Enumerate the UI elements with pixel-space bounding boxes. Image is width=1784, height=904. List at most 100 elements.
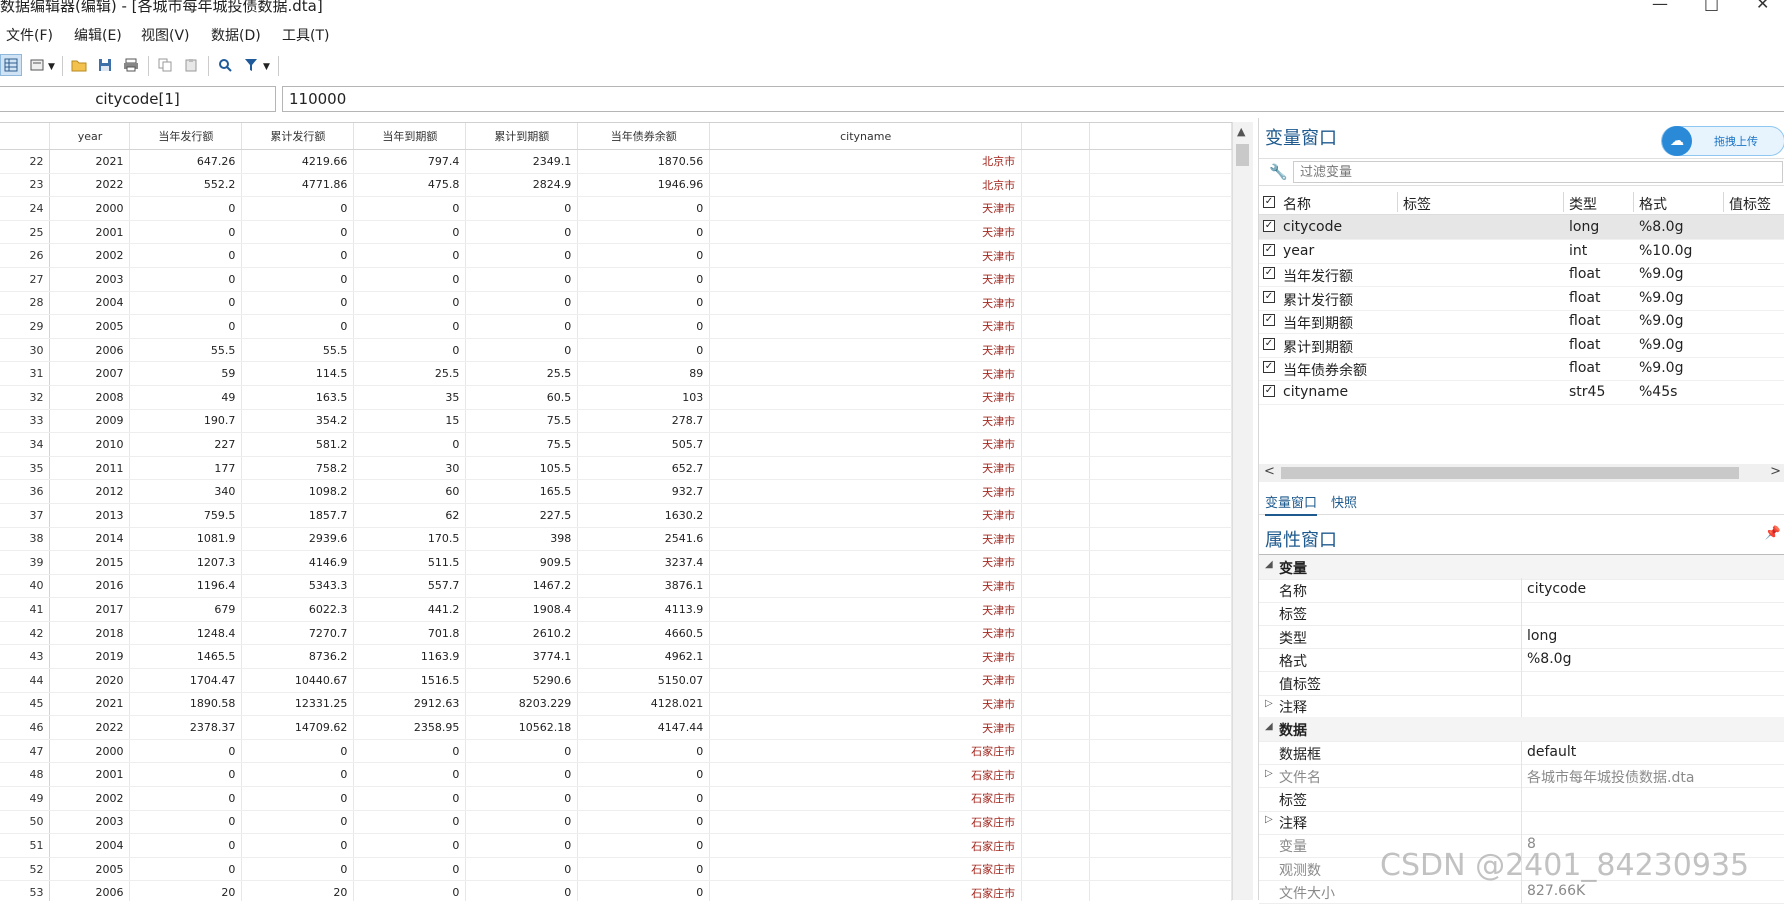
table-cell[interactable] bbox=[1021, 880, 1091, 901]
table-cell[interactable]: 0 bbox=[129, 786, 243, 811]
row-number[interactable]: 53 bbox=[0, 880, 51, 901]
table-cell[interactable]: 石家庄市 bbox=[709, 762, 1023, 788]
table-cell[interactable]: 4219.66 bbox=[241, 149, 355, 174]
variable-row[interactable]: ✓ 当年到期额 float %9.0g bbox=[1259, 309, 1784, 334]
table-cell[interactable]: 557.7 bbox=[353, 574, 467, 599]
table-cell[interactable]: 0 bbox=[465, 880, 579, 901]
table-cell[interactable] bbox=[1089, 644, 1232, 670]
table-cell[interactable]: 0 bbox=[577, 880, 711, 901]
table-cell[interactable]: 4128.021 bbox=[577, 692, 711, 717]
table-cell[interactable]: 3774.1 bbox=[465, 644, 579, 670]
table-cell[interactable]: 190.7 bbox=[129, 409, 243, 434]
current-variable-box[interactable]: citycode[1] bbox=[0, 86, 276, 112]
table-cell[interactable]: 114.5 bbox=[241, 361, 355, 386]
table-cell[interactable]: 0 bbox=[129, 857, 243, 882]
table-cell[interactable]: 0 bbox=[129, 739, 243, 764]
table-cell[interactable]: 60.5 bbox=[465, 385, 579, 410]
table-cell[interactable]: 0 bbox=[241, 314, 355, 339]
table-cell[interactable]: 1908.4 bbox=[465, 597, 579, 622]
table-cell[interactable]: 398 bbox=[465, 527, 579, 552]
table-cell[interactable]: 60 bbox=[353, 479, 467, 504]
variable-checkbox[interactable]: ✓ bbox=[1263, 337, 1275, 350]
grid-view-icon[interactable] bbox=[0, 54, 22, 76]
table-cell[interactable]: 0 bbox=[465, 762, 579, 788]
table-cell[interactable]: 2004 bbox=[49, 291, 131, 316]
table-cell[interactable]: 2912.63 bbox=[353, 692, 467, 717]
table-cell[interactable]: 20 bbox=[129, 880, 243, 901]
column-header[interactable]: 当年债券余额 bbox=[577, 123, 711, 150]
pin-icon[interactable]: 📌 bbox=[1765, 526, 1781, 541]
table-cell[interactable]: 2018 bbox=[49, 621, 131, 646]
row-number[interactable]: 49 bbox=[0, 786, 51, 811]
table-cell[interactable]: 505.7 bbox=[577, 432, 711, 457]
table-cell[interactable]: 2015 bbox=[49, 550, 131, 575]
table-cell[interactable]: 天津市 bbox=[709, 621, 1023, 646]
table-cell[interactable]: 天津市 bbox=[709, 550, 1023, 575]
table-cell[interactable] bbox=[1021, 715, 1091, 740]
table-cell[interactable]: 0 bbox=[353, 338, 467, 363]
table-cell[interactable]: 2378.37 bbox=[129, 715, 243, 740]
table-cell[interactable] bbox=[1021, 456, 1091, 481]
table-cell[interactable] bbox=[1021, 762, 1091, 788]
property-row[interactable]: 格式 %8.0g bbox=[1259, 647, 1784, 673]
table-cell[interactable]: 2014 bbox=[49, 527, 131, 552]
table-cell[interactable] bbox=[1089, 267, 1232, 292]
variable-list-hscrollbar[interactable]: < > bbox=[1259, 464, 1784, 482]
table-cell[interactable]: 3876.1 bbox=[577, 574, 711, 599]
open-folder-icon[interactable] bbox=[68, 54, 90, 76]
table-cell[interactable]: 天津市 bbox=[709, 220, 1023, 245]
row-number-header[interactable] bbox=[0, 123, 51, 150]
row-number[interactable]: 33 bbox=[0, 409, 51, 434]
table-cell[interactable] bbox=[1089, 149, 1232, 174]
variable-checkbox[interactable]: ✓ bbox=[1263, 290, 1275, 303]
copy-icon[interactable] bbox=[154, 54, 176, 76]
table-cell[interactable]: 0 bbox=[129, 810, 243, 835]
minimize-icon[interactable]: — bbox=[1652, 0, 1668, 13]
col-name[interactable]: 名称 bbox=[1283, 194, 1311, 214]
row-number[interactable]: 52 bbox=[0, 857, 51, 882]
menu-view[interactable]: 视图(V) bbox=[141, 25, 190, 45]
select-all-checkbox[interactable]: ✓ bbox=[1263, 196, 1275, 208]
row-number[interactable]: 51 bbox=[0, 833, 51, 858]
table-cell[interactable]: 4147.44 bbox=[577, 715, 711, 740]
table-cell[interactable]: 0 bbox=[241, 220, 355, 245]
table-cell[interactable] bbox=[1089, 880, 1232, 901]
table-cell[interactable]: 2020 bbox=[49, 668, 131, 693]
table-cell[interactable] bbox=[1089, 810, 1232, 835]
table-cell[interactable] bbox=[1021, 267, 1091, 292]
table-cell[interactable]: 石家庄市 bbox=[709, 833, 1023, 858]
table-cell[interactable]: 2022 bbox=[49, 173, 131, 198]
upload-button[interactable]: ☁ 拖拽上传 bbox=[1661, 126, 1784, 156]
collapse-icon[interactable]: ◢ bbox=[1265, 721, 1273, 732]
table-cell[interactable]: 177 bbox=[129, 456, 243, 481]
row-number[interactable]: 48 bbox=[0, 762, 51, 788]
table-cell[interactable] bbox=[1089, 550, 1232, 575]
table-cell[interactable]: 天津市 bbox=[709, 385, 1023, 410]
table-cell[interactable] bbox=[1089, 668, 1232, 693]
col-type[interactable]: 类型 bbox=[1569, 194, 1597, 214]
table-cell[interactable]: 75.5 bbox=[465, 409, 579, 434]
variable-checkbox[interactable]: ✓ bbox=[1263, 384, 1275, 397]
table-cell[interactable]: 0 bbox=[465, 243, 579, 268]
variable-row[interactable]: ✓ year int %10.0g bbox=[1259, 239, 1784, 264]
table-cell[interactable]: 0 bbox=[353, 762, 467, 788]
column-header[interactable]: cityname bbox=[709, 123, 1023, 150]
table-cell[interactable]: 石家庄市 bbox=[709, 857, 1023, 882]
table-cell[interactable]: 北京市 bbox=[709, 173, 1023, 198]
table-cell[interactable]: 0 bbox=[241, 810, 355, 835]
table-cell[interactable]: 2006 bbox=[49, 880, 131, 901]
table-cell[interactable]: 797.4 bbox=[353, 149, 467, 174]
table-cell[interactable]: 0 bbox=[577, 267, 711, 292]
table-cell[interactable]: 511.5 bbox=[353, 550, 467, 575]
row-number[interactable]: 34 bbox=[0, 432, 51, 457]
row-number[interactable]: 43 bbox=[0, 644, 51, 670]
table-cell[interactable]: 2939.6 bbox=[241, 527, 355, 552]
table-cell[interactable]: 2824.9 bbox=[465, 173, 579, 198]
table-cell[interactable]: 2005 bbox=[49, 857, 131, 882]
table-cell[interactable] bbox=[1089, 291, 1232, 316]
table-cell[interactable] bbox=[1021, 173, 1091, 198]
table-cell[interactable] bbox=[1089, 762, 1232, 788]
table-cell[interactable]: 1465.5 bbox=[129, 644, 243, 670]
table-cell[interactable]: 0 bbox=[353, 291, 467, 316]
table-cell[interactable]: 759.5 bbox=[129, 503, 243, 528]
